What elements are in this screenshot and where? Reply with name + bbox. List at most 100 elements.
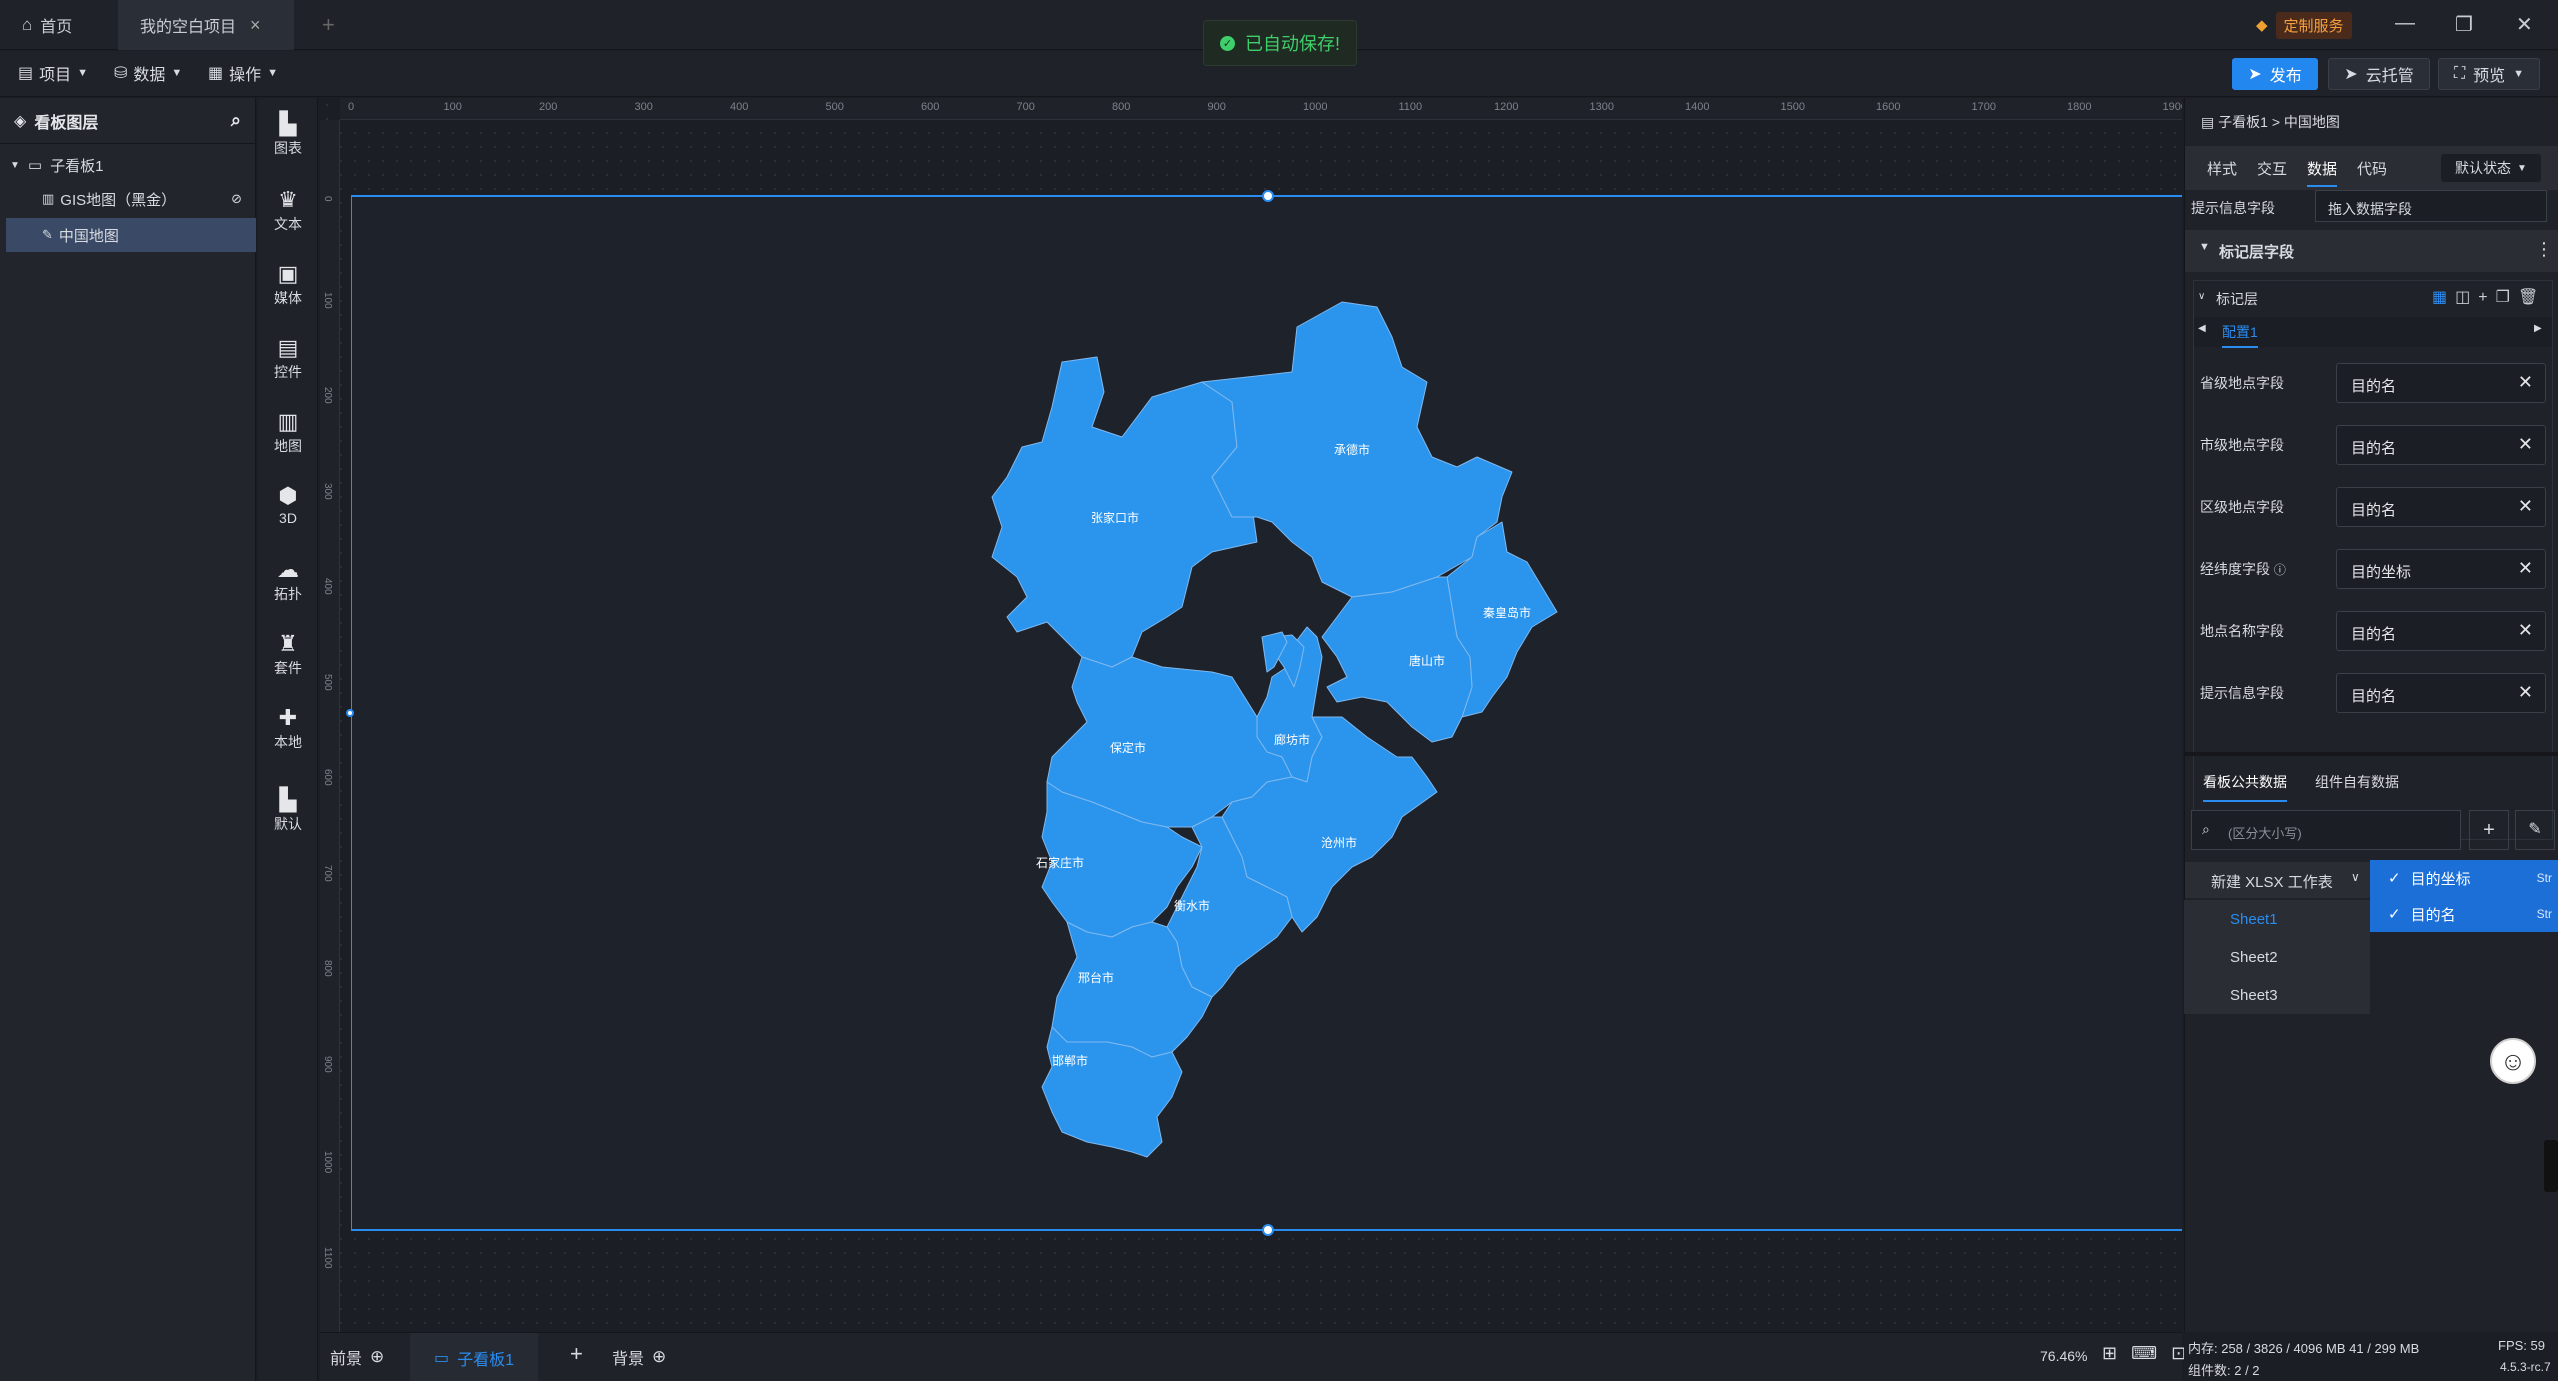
column-item[interactable]: ✓ 目的名 Str [2370,896,2558,932]
remove-icon[interactable]: ✕ [2518,558,2533,579]
sheet-item[interactable]: Sheet1 [2184,900,2370,938]
background-tab[interactable]: 背景 ⊕ [612,1345,666,1369]
tab-code[interactable]: 代码 [2357,158,2387,179]
foreground-tab[interactable]: 前景 ⊕ [330,1345,384,1369]
caret-down-icon[interactable]: ▼ [10,160,20,171]
field-label: 市级地点字段 [2200,437,2284,453]
project-menu[interactable]: ▤ 项目 ▼ [18,61,88,85]
check-circle-icon: ✓ [1219,35,1235,51]
tool-media[interactable]: ▣ 媒体 [258,262,318,308]
assistant-avatar[interactable]: ☺ [2490,1038,2536,1084]
add-icon[interactable]: + [2478,289,2495,306]
new-tab-button[interactable]: + [300,0,357,50]
field-box[interactable]: 目的名 ✕ [2336,611,2546,651]
tab-own-data[interactable]: 组件自有数据 [2315,772,2399,792]
field-box[interactable]: 目的坐标 ✕ [2336,549,2546,589]
ops-menu[interactable]: ▦ 操作 ▼ [208,61,278,85]
delete-icon[interactable]: 🗑 [2518,289,2546,306]
breadcrumb-parent[interactable]: 子看板1 [2218,114,2268,130]
tab-home[interactable]: ⌂ 首页 [0,0,118,50]
sub-board[interactable]: 张家口市 承德市 秦皇岛市 唐山市 廊坊市 保定市 沧州市 石家庄市 衡水市 邢… [346,190,2183,1236]
edit-data-button[interactable]: ✎ [2515,810,2555,850]
autosave-toast: ✓ 已自动保存! [1203,20,1357,66]
tab-interaction[interactable]: 交互 [2257,158,2287,179]
data-search-input[interactable]: ⌕ (区分大小写) [2191,810,2461,850]
search-icon[interactable]: ⌕ [231,110,241,131]
add-board-button[interactable]: + [570,1341,583,1367]
custom-service-button[interactable]: ◆ 定制服务 [2256,11,2352,39]
layer-gis-map[interactable]: ▥ GIS地图（黑金） ⊘ [6,182,256,216]
hebei-map[interactable]: 张家口市 承德市 秦皇岛市 唐山市 廊坊市 保定市 沧州市 石家庄市 衡水市 邢… [352,197,2183,1233]
field-value: 目的坐标 [2351,564,2412,581]
remove-icon[interactable]: ✕ [2518,620,2533,641]
sheet-item[interactable]: Sheet2 [2184,938,2370,976]
state-select[interactable]: 默认状态 ▼ [2441,154,2541,182]
fit-screen-icon[interactable]: ⊞ [2102,1343,2117,1364]
config-tab-1[interactable]: 配置1 [2222,322,2258,348]
help-icon[interactable]: ⓘ [2274,563,2286,577]
chevron-down-icon: ∨ [2351,870,2360,884]
field-box[interactable]: 目的名 ✕ [2336,673,2546,713]
board-tab[interactable]: ▭ 子看板1 [410,1333,539,1381]
tool-map[interactable]: ▥ 地图 [258,410,318,456]
layer-china-map[interactable]: ✎ 中国地图 [6,218,256,252]
workbook-row[interactable]: 新建 XLSX 工作表 ∨ [2185,862,2371,898]
remove-icon[interactable]: ✕ [2518,372,2533,393]
cloud-host-button[interactable]: ➤ 云托管 [2328,58,2430,90]
tooltip-drop-field[interactable]: 拖入数据字段 [2315,190,2547,222]
preview-button[interactable]: ⛶ 预览 ▼ [2438,58,2540,90]
column-item[interactable]: ✓ 目的坐标 Str [2370,860,2558,896]
remove-icon[interactable]: ✕ [2518,682,2533,703]
tab-style[interactable]: 样式 [2207,158,2237,179]
layout-icon[interactable]: ◫ [2455,289,2478,306]
layer-board[interactable]: ▼ ▭ 子看板1 [6,148,256,182]
tool-local[interactable]: ✚ 本地 [258,706,318,752]
caret-down-icon: ▼ [2199,241,2210,253]
copy-icon[interactable]: ❐ [2496,289,2518,306]
keyboard-icon[interactable]: ⌨ [2131,1343,2157,1364]
close-window-icon[interactable]: ✕ [2516,12,2533,37]
table-icon[interactable]: ▦ [2432,289,2455,306]
eye-hidden-icon[interactable]: ⊘ [231,191,242,207]
text-icon: ♛ [278,187,298,212]
view-controls: ⊞ ⌨ ⊡ [2102,1343,2186,1364]
send-icon: ➤ [2248,66,2262,83]
cloud-host-label: 云托管 [2365,68,2414,85]
tool-chart[interactable]: ▙ 图表 [258,112,318,158]
marker-section-header[interactable]: ▼ 标记层字段 ⋮ [2185,230,2558,272]
tab-project[interactable]: 我的空白项目 × [118,0,294,50]
tool-topology[interactable]: ☁ 拓扑 [258,558,318,604]
chevron-down-icon[interactable]: ∨ [2198,291,2205,302]
data-menu[interactable]: ⛁ 数据 ▼ [114,61,182,85]
sheet-item[interactable]: Sheet3 [2184,976,2370,1014]
foreground-label: 前景 [330,1351,363,1368]
tool-default[interactable]: ▙ 默认 [258,788,318,834]
tool-3d[interactable]: ⬢ 3D [258,484,318,527]
ruler-tick-label: 200 [539,101,558,113]
tool-suite[interactable]: ♜ 套件 [258,632,318,678]
field-box[interactable]: 目的名 ✕ [2336,363,2546,403]
breadcrumb: ▤ 子看板1 > 中国地图 [2201,112,2340,132]
close-tab-icon[interactable]: × [250,15,261,36]
field-box[interactable]: 目的名 ✕ [2336,425,2546,465]
zoom-level[interactable]: 76.46% [2040,1348,2087,1364]
caret-right-icon[interactable]: ▶ [2534,323,2542,334]
add-data-button[interactable]: + [2469,810,2509,850]
add-circle-icon[interactable]: ⊕ [370,1347,384,1367]
add-circle-icon[interactable]: ⊕ [652,1347,666,1367]
minimize-icon[interactable]: — [2395,12,2415,35]
tool-text[interactable]: ♛ 文本 [258,188,318,234]
restore-icon[interactable]: ❐ [2455,12,2473,37]
board-icon: ▭ [27,157,43,174]
map-label-baoding: 保定市 [1110,740,1146,755]
tab-public-data[interactable]: 看板公共数据 [2203,772,2287,802]
more-vertical-icon[interactable]: ⋮ [2535,239,2553,260]
tab-data[interactable]: 数据 [2307,158,2338,187]
remove-icon[interactable]: ✕ [2518,496,2533,517]
tool-widget[interactable]: ▤ 控件 [258,336,318,382]
remove-icon[interactable]: ✕ [2518,434,2533,455]
caret-left-icon[interactable]: ◀ [2198,323,2206,334]
field-box[interactable]: 目的名 ✕ [2336,487,2546,527]
publish-button[interactable]: ➤ 发布 [2232,58,2318,90]
side-scroll-handle[interactable] [2544,1140,2558,1192]
